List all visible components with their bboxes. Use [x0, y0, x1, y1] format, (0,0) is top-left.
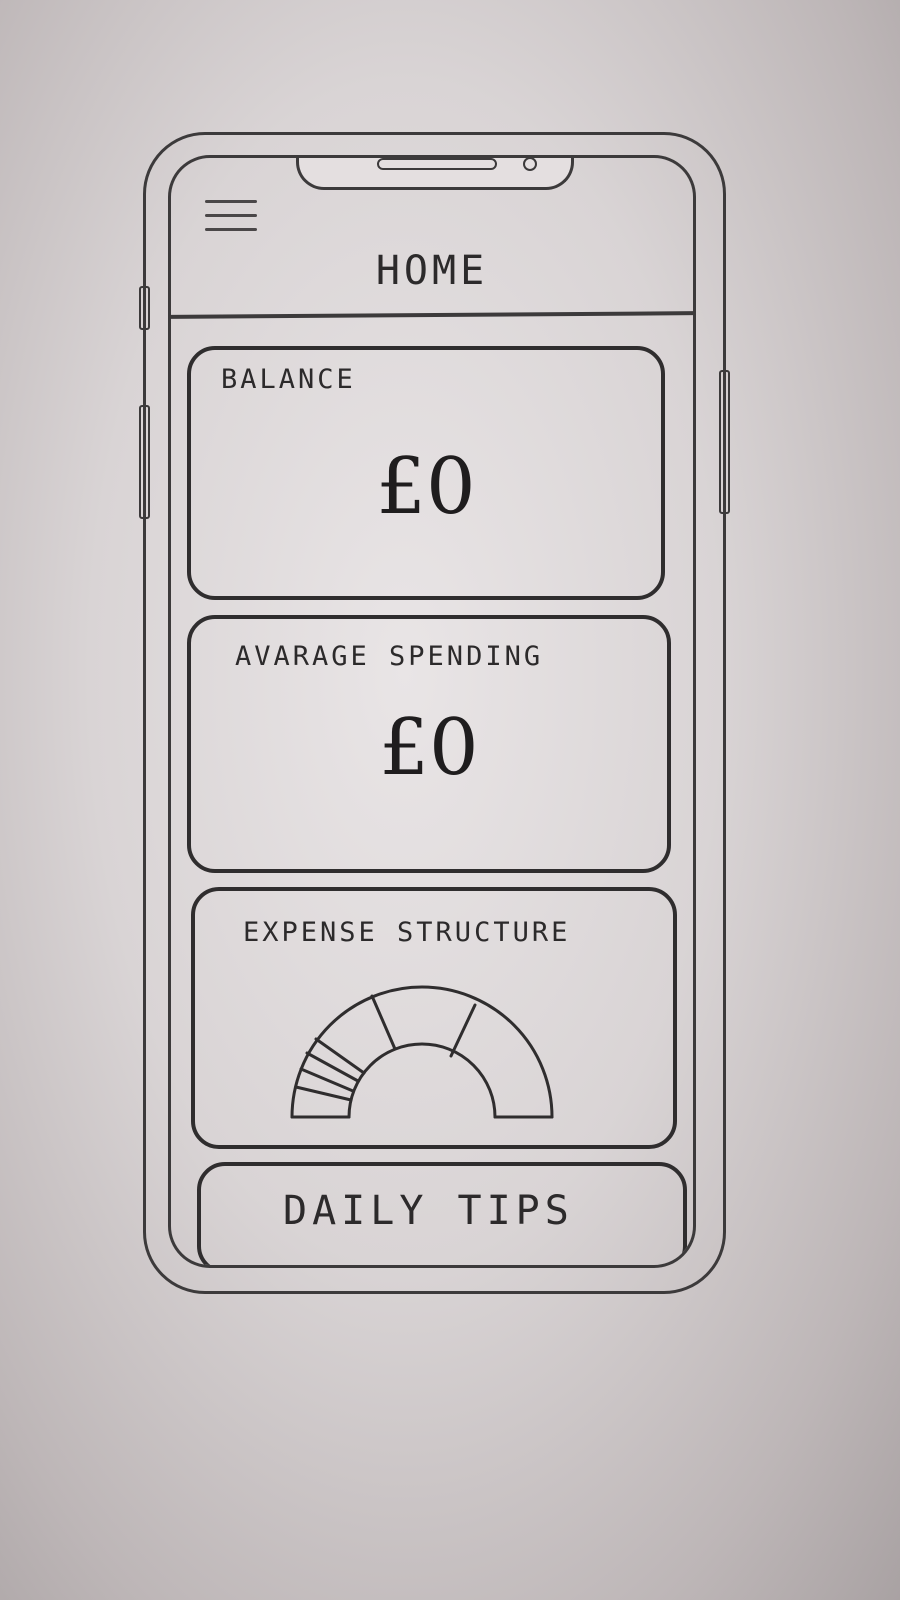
header-divider: [171, 311, 693, 319]
gauge-outer-arc: [290, 985, 554, 1119]
menu-line: [205, 228, 257, 231]
phone-notch: [296, 158, 574, 190]
expense-structure-chart-icon: [290, 985, 554, 1119]
phone-side-button-left: [139, 286, 150, 330]
average-spending-value: £0: [379, 703, 479, 793]
gauge-segment-divider: [449, 1003, 477, 1058]
average-spending-label: AVARAGE SPENDING: [235, 641, 544, 672]
gauge-segment-divider: [314, 1037, 366, 1075]
daily-tips-card[interactable]: DAILY TIPS: [197, 1162, 687, 1265]
menu-line: [205, 214, 257, 217]
page-title: HOME: [375, 248, 489, 294]
expense-structure-label: EXPENSE STRUCTURE: [243, 917, 571, 948]
phone-screen: HOME BALANCE £0 AVARAGE SPENDING £0 EXPE…: [168, 155, 696, 1268]
expense-structure-card[interactable]: EXPENSE STRUCTURE: [191, 887, 677, 1149]
balance-value: £0: [376, 442, 476, 532]
balance-card[interactable]: BALANCE £0: [187, 346, 665, 600]
hamburger-menu-icon[interactable]: [205, 200, 261, 240]
menu-line: [205, 200, 257, 203]
phone-volume-button: [139, 405, 150, 519]
gauge-segment-divider: [305, 1051, 360, 1083]
daily-tips-label: DAILY TIPS: [283, 1188, 574, 1234]
gauge-segment-divider: [294, 1085, 353, 1102]
gauge-segment-divider: [370, 994, 397, 1051]
average-spending-card[interactable]: AVARAGE SPENDING £0: [187, 615, 671, 873]
balance-label: BALANCE: [221, 364, 356, 395]
speaker-grille: [377, 158, 497, 170]
gauge-inner-arc: [347, 1042, 497, 1119]
front-camera: [523, 158, 537, 171]
phone-power-button: [719, 370, 730, 514]
